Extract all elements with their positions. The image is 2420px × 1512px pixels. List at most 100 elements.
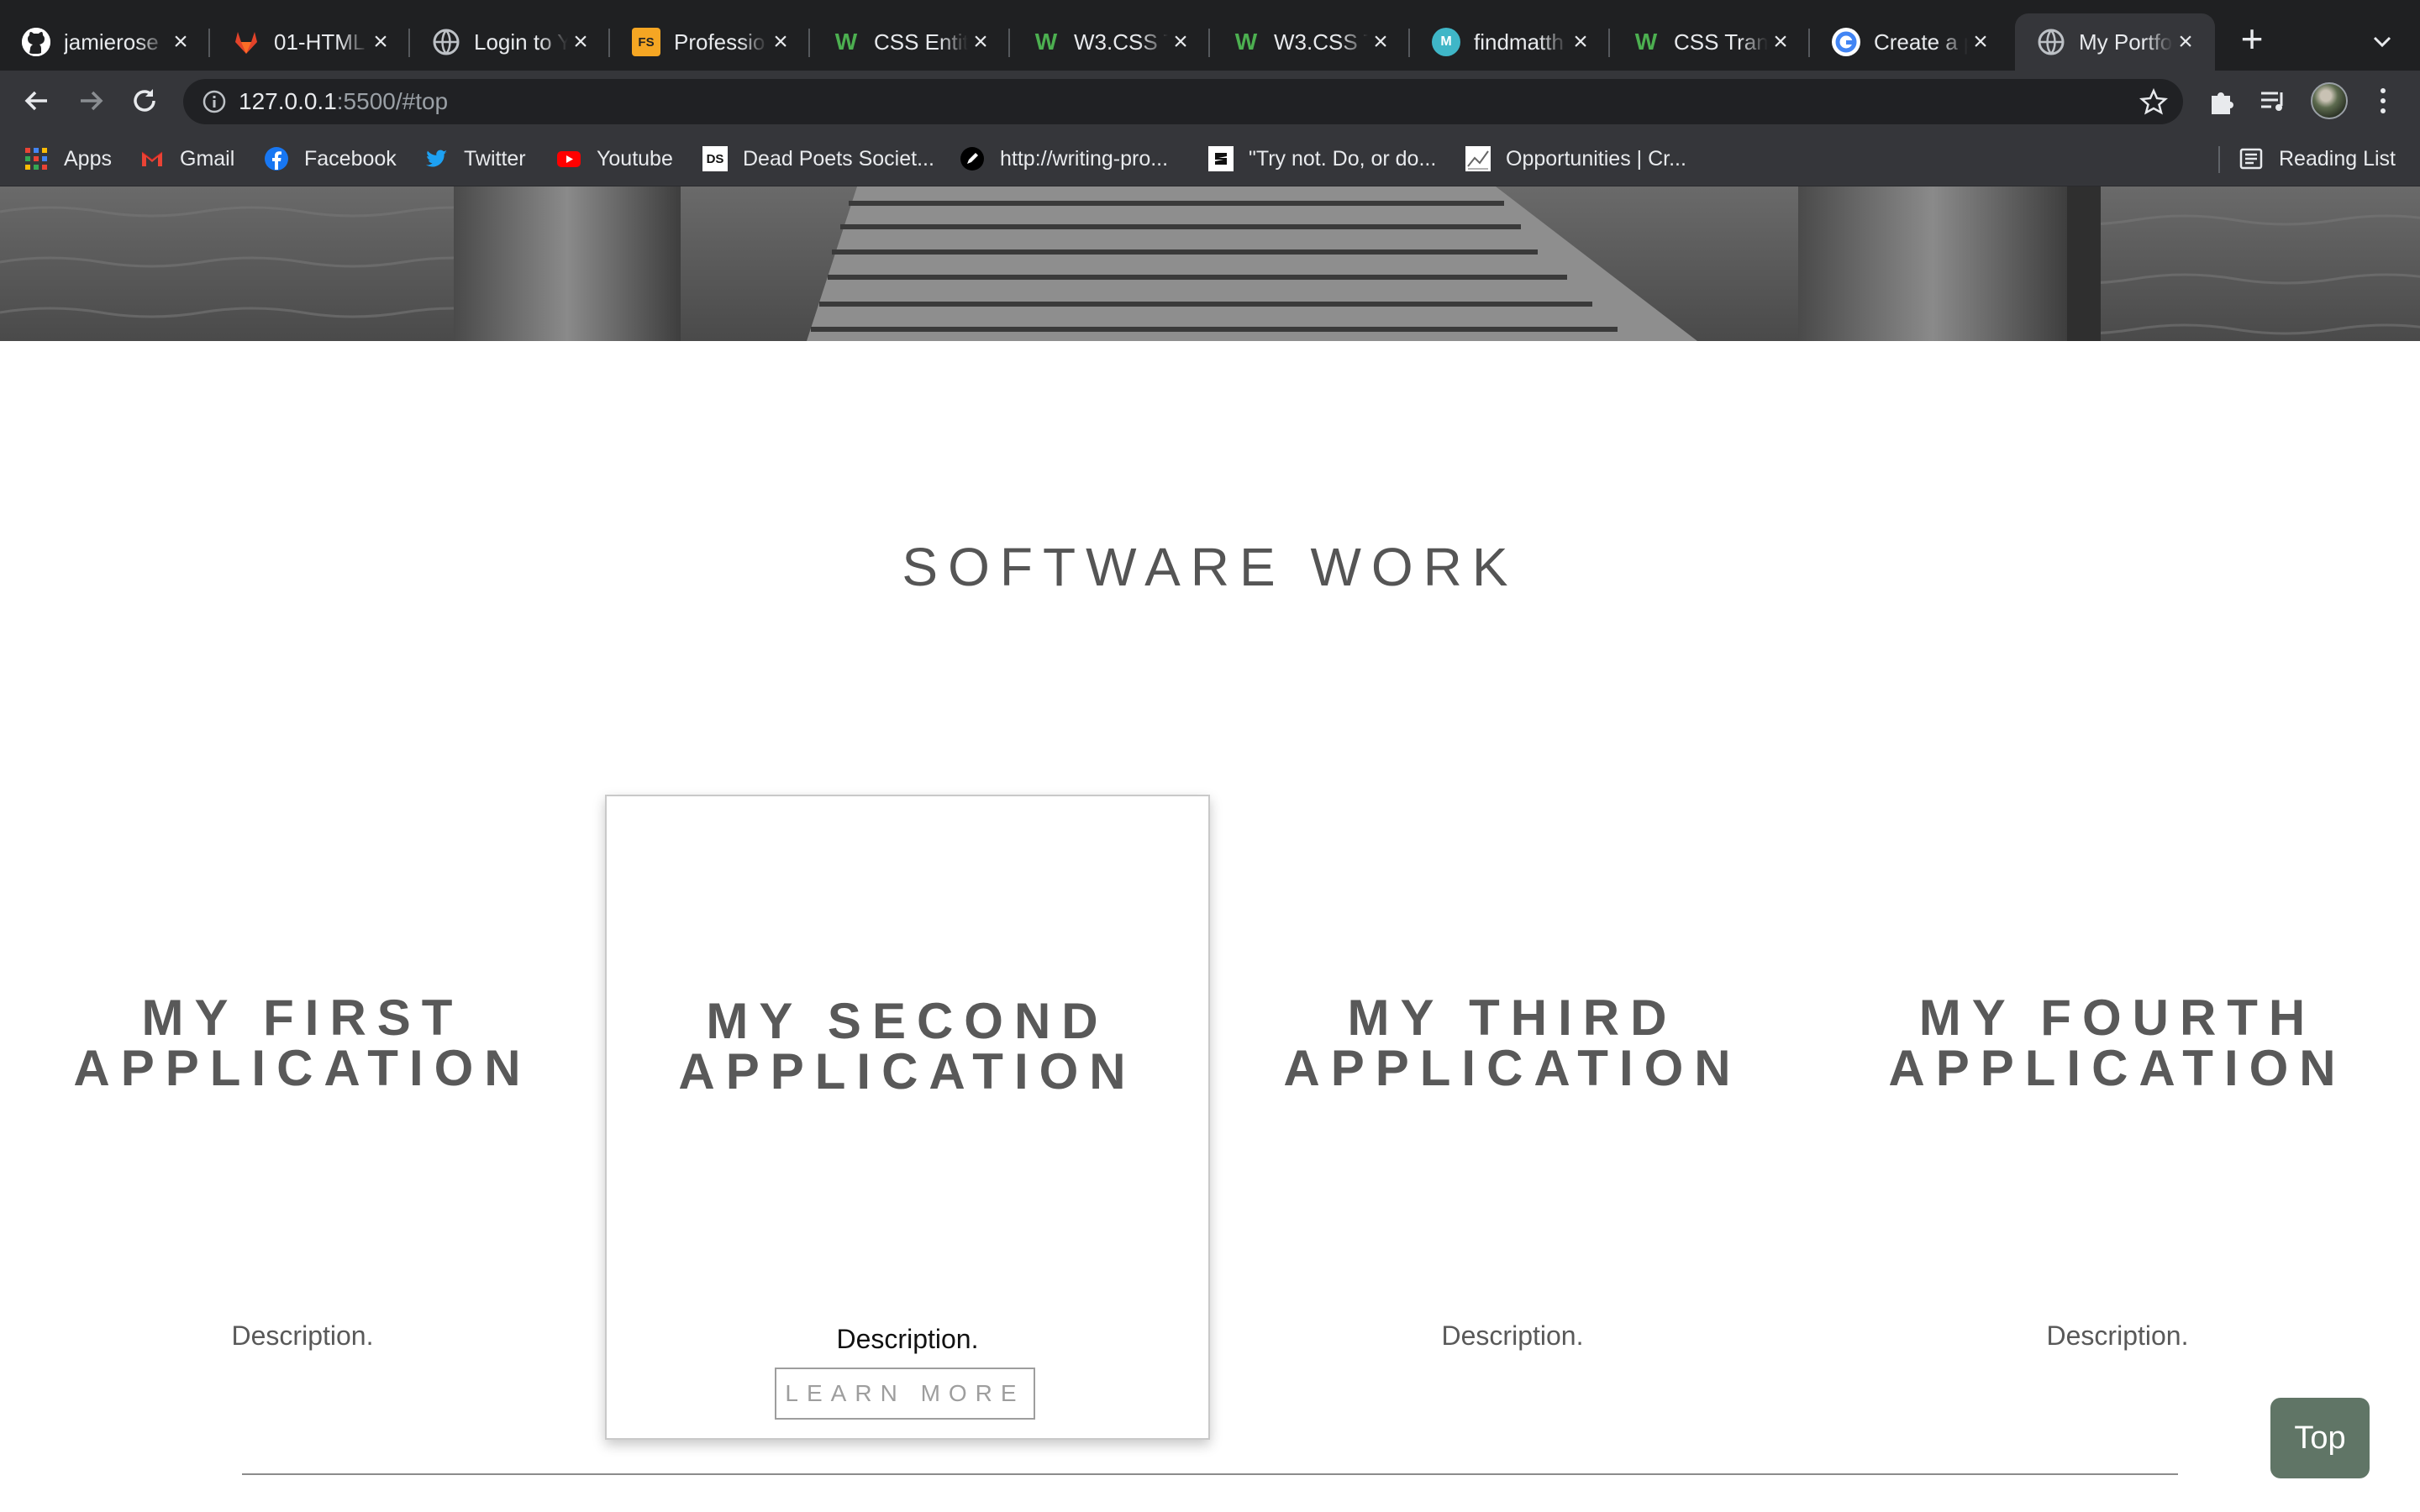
bookmark-label: "Try not. Do, or do... — [1249, 146, 1437, 171]
reading-list-button[interactable]: Reading List — [2238, 131, 2396, 186]
dock-photo — [0, 186, 2420, 341]
new-tab-button[interactable]: + — [2233, 19, 2270, 59]
close-icon[interactable]: × — [1968, 29, 1993, 55]
pen-icon — [960, 146, 985, 171]
close-icon[interactable]: × — [568, 29, 593, 55]
bookmark-label: Gmail — [180, 146, 235, 171]
chart-icon — [1465, 146, 1491, 171]
bookmark-facebook[interactable]: Facebook — [264, 131, 397, 186]
tab-w3css-1[interactable]: W W3.CSS T × — [1010, 13, 1210, 71]
card-title-line1: MY FOURTH — [1918, 990, 2317, 1046]
gitlab-icon — [232, 28, 260, 56]
close-icon[interactable]: × — [1368, 29, 1393, 55]
tab-css-transitions[interactable]: W CSS Tran × — [1610, 13, 1810, 71]
card-title: MY FIRST APPLICATION — [0, 993, 605, 1094]
url-text[interactable]: 127.0.0.1:5500/#top — [239, 79, 448, 124]
project-card-second[interactable]: MY SECOND APPLICATION Description. LEARN… — [605, 795, 1210, 1440]
tab-w3css-2[interactable]: W W3.CSS T × — [1210, 13, 1410, 71]
w3schools-icon: W — [834, 29, 858, 55]
bookmark-gmail[interactable]: Gmail — [139, 131, 234, 186]
quote-icon — [1208, 146, 1234, 171]
project-card-first[interactable]: MY FIRST APPLICATION Description. — [0, 795, 605, 1440]
profile-avatar[interactable] — [2311, 82, 2348, 119]
twitter-icon — [424, 146, 449, 171]
close-icon[interactable]: × — [1168, 29, 1193, 55]
card-description: Description. — [836, 1324, 979, 1354]
w3schools-icon: W — [1234, 29, 1258, 55]
extensions-puzzle-icon[interactable] — [2205, 86, 2237, 118]
card-title-line1: MY THIRD — [1347, 990, 1678, 1046]
address-bar[interactable]: 127.0.0.1:5500/#top — [183, 79, 2183, 124]
tab-title: jamierose — [64, 29, 159, 55]
globe-icon — [2037, 28, 2065, 56]
tab-01-html[interactable]: 01-HTML × — [210, 13, 410, 71]
close-icon[interactable]: × — [2173, 29, 2198, 55]
card-description: Description. — [1441, 1320, 1584, 1351]
globe-icon — [432, 28, 460, 56]
info-icon[interactable] — [202, 89, 227, 114]
bookmark-label: Youtube — [597, 146, 673, 171]
bookmark-label: Apps — [64, 146, 112, 171]
card-title: MY FOURTH APPLICATION — [1815, 993, 2420, 1094]
bookmark-try-not[interactable]: "Try not. Do, or do... — [1208, 131, 1436, 186]
star-icon[interactable] — [2139, 87, 2168, 116]
bookmark-opportunities[interactable]: Opportunities | Cr... — [1465, 131, 1686, 186]
tab-create[interactable]: Create a p × — [1810, 13, 2010, 71]
forward-arrow-icon[interactable] — [74, 84, 108, 118]
card-title: MY SECOND APPLICATION — [607, 996, 1208, 1097]
tab-title: findmatth — [1474, 29, 1564, 55]
tab-my-portfolio[interactable]: My Portfo × — [2015, 13, 2215, 71]
card-title-line2: APPLICATION — [1283, 1040, 1742, 1096]
close-icon[interactable]: × — [168, 29, 193, 55]
chevron-down-icon[interactable] — [2368, 27, 2396, 55]
tab-css-entities[interactable]: W CSS Entit × — [810, 13, 1010, 71]
bookmark-dead-poets[interactable]: DS Dead Poets Societ... — [702, 131, 934, 186]
facebook-icon — [264, 146, 289, 171]
bookmark-label: http://writing-pro... — [1000, 146, 1169, 171]
bookmark-youtube[interactable]: Youtube — [556, 131, 673, 186]
w3schools-icon: W — [1034, 29, 1058, 55]
close-icon[interactable]: × — [968, 29, 993, 55]
back-to-top-button[interactable]: Top — [2270, 1398, 2370, 1478]
reload-icon[interactable] — [128, 84, 161, 118]
card-title-line1: MY FIRST — [141, 990, 464, 1046]
tab-title: 01-HTML — [274, 29, 366, 55]
tab-professional[interactable]: FS Professio × — [610, 13, 810, 71]
media-queue-icon[interactable] — [2257, 86, 2289, 118]
tab-findmatth[interactable]: M findmatth × — [1410, 13, 1610, 71]
tab-jamierose[interactable]: jamierose × — [0, 13, 210, 71]
w3schools-icon: W — [1634, 29, 1658, 55]
tab-login[interactable]: Login to Y × — [410, 13, 610, 71]
back-arrow-icon[interactable] — [20, 84, 54, 118]
bookmarks-bar: Apps Gmail Facebook Twitter Youtube DS D… — [0, 131, 2420, 186]
bookmark-divider — [2218, 146, 2220, 173]
tab-title: Create a p — [1874, 29, 1968, 55]
more-menu-icon[interactable] — [2375, 86, 2391, 116]
card-description: Description. — [2046, 1320, 2189, 1351]
bookmark-label: Twitter — [464, 146, 526, 171]
card-title-line1: MY SECOND — [706, 993, 1109, 1049]
close-icon[interactable]: × — [368, 29, 393, 55]
tab-title: Login to Y — [474, 29, 568, 55]
bookmark-apps[interactable]: Apps — [24, 131, 112, 186]
frontend-simplified-icon: FS — [632, 28, 660, 56]
card-description: Description. — [231, 1320, 374, 1351]
tab-title: Professio — [674, 29, 765, 55]
bookmark-writing-prompts[interactable]: http://writing-pro... — [960, 131, 1168, 186]
youtube-icon — [556, 146, 581, 171]
project-card-fourth[interactable]: MY FOURTH APPLICATION Description. — [1815, 795, 2420, 1440]
close-icon[interactable]: × — [768, 29, 793, 55]
close-icon[interactable]: × — [1768, 29, 1793, 55]
ds-icon: DS — [702, 146, 728, 171]
card-title-line2: APPLICATION — [1888, 1040, 2347, 1096]
bookmark-twitter[interactable]: Twitter — [424, 131, 526, 186]
section-title: SOFTWARE WORK — [902, 537, 1518, 597]
project-card-third[interactable]: MY THIRD APPLICATION Description. — [1210, 795, 1815, 1440]
bookmark-label: Opportunities | Cr... — [1506, 146, 1686, 171]
learn-more-button[interactable]: LEARN MORE — [775, 1368, 1035, 1420]
section-divider — [242, 1473, 2178, 1475]
close-icon[interactable]: × — [1568, 29, 1593, 55]
tab-title: CSS Tran — [1674, 29, 1768, 55]
card-title: MY THIRD APPLICATION — [1210, 993, 1815, 1094]
tab-title: W3.CSS T — [1274, 29, 1368, 55]
